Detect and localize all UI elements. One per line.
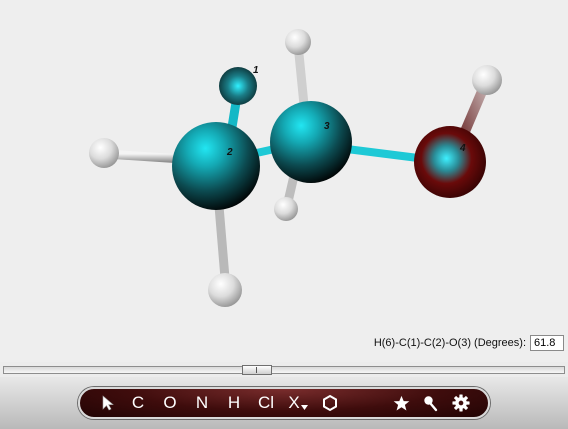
atom-2-carbon [172,122,260,210]
pointer-icon [102,395,114,411]
atom-hydrogen-left [89,138,119,168]
atom-label-4: 4 [459,143,466,154]
oxygen-tool-button[interactable]: O [154,389,186,417]
carbon-tool-button[interactable]: C [122,389,154,417]
atoms[interactable] [89,29,502,307]
chlorine-label: Cl [257,393,275,412]
measurement-label: H(6)-C(1)-C(2)-O(3) (Degrees): [373,337,526,349]
dropdown-arrow-icon [300,405,308,410]
chlorine-tool-button[interactable]: Cl [250,389,282,417]
other-element-tool-button[interactable]: X [282,389,314,417]
hydrogen-label: H [227,393,241,412]
atom-label-1: 1 [253,65,259,76]
molecule-viewport[interactable]: 1 2 3 4 H(6)-C(1)-C(2)-O(3) (Degrees): [0,0,568,362]
hydrogen-tool-button[interactable]: H [218,389,250,417]
nitrogen-label: N [195,393,209,412]
measure-tool-button[interactable] [416,389,446,417]
star-icon [393,395,409,410]
dihedral-measurement: H(6)-C(1)-C(2)-O(3) (Degrees): [374,335,564,351]
pin-icon [424,395,438,411]
atom-hydrogen-bottom [208,273,242,307]
settings-tool-button[interactable] [446,389,476,417]
molecule-canvas[interactable]: 1 2 3 4 [0,0,568,362]
dihedral-slider-thumb[interactable] [242,365,272,375]
hexagon-icon [323,394,337,412]
favorite-tool-button[interactable] [386,389,416,417]
atom-label-3: 3 [324,121,330,132]
measurement-value-field[interactable] [530,335,564,351]
atom-hydrogen-mid [274,197,298,221]
oxygen-label: O [163,393,177,412]
atom-label-2: 2 [226,147,233,158]
atom-4-oxygen [414,126,486,198]
atom-hydrogen-top [285,29,311,55]
atom-hydrogen-oh [472,65,502,95]
atom-1-hydrogen [219,67,257,105]
atom-3-carbon [270,101,352,183]
element-toolbar: C O N H Cl X [78,387,490,419]
pointer-tool-button[interactable] [94,389,122,417]
nitrogen-tool-button[interactable]: N [186,389,218,417]
gear-icon [452,394,470,412]
carbon-label: C [131,393,145,412]
dihedral-slider-track[interactable] [3,366,565,374]
other-element-label: X [288,393,300,412]
ring-tool-button[interactable] [314,389,346,417]
